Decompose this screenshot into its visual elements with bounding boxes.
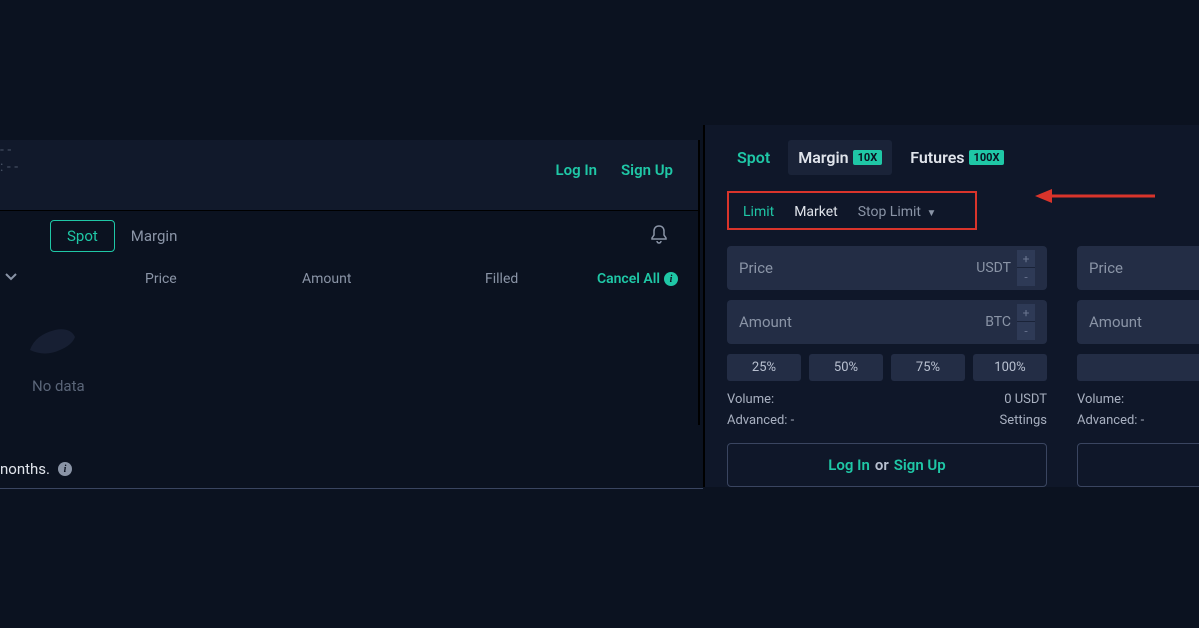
no-data-text: No data <box>32 377 698 395</box>
footer-note: nonths. i <box>0 460 703 489</box>
top-info-strip: - - : - - Log In Sign Up <box>0 140 700 210</box>
orders-tabs: Spot Margin <box>0 211 698 261</box>
step-up-icon[interactable]: + <box>1017 250 1035 268</box>
settings-link[interactable]: Settings <box>1000 413 1047 428</box>
order-type-tabs: Limit Market Stop Limit ▼ <box>727 191 977 230</box>
login-signup-button[interactable]: Lo <box>1077 443 1199 487</box>
amount-input[interactable]: Amount BTC + - <box>727 300 1047 344</box>
orders-tab-spot[interactable]: Spot <box>50 220 115 252</box>
step-down-icon[interactable]: - <box>1017 268 1035 286</box>
pct-75[interactable]: 75% <box>891 354 965 381</box>
order-type-market[interactable]: Market <box>786 202 846 222</box>
step-down-icon[interactable]: - <box>1017 322 1035 340</box>
pct-100[interactable]: 100% <box>973 354 1047 381</box>
pct-25[interactable]: 25% <box>1077 354 1199 381</box>
login-link[interactable]: Log In <box>828 456 870 474</box>
price-input[interactable]: Price USDT + - <box>727 246 1047 290</box>
buy-form: Price USDT + - Amount BTC + - 25% 50% 75… <box>727 246 1047 487</box>
header-price: Price <box>145 271 177 287</box>
orders-tab-margin[interactable]: Margin <box>115 221 194 251</box>
market-tab-margin[interactable]: Margin 10X <box>788 140 892 175</box>
login-link[interactable]: Log In <box>555 161 597 179</box>
market-tab-spot[interactable]: Spot <box>727 140 780 175</box>
step-up-icon[interactable]: + <box>1017 304 1035 322</box>
order-type-limit[interactable]: Limit <box>735 202 782 222</box>
pct-50[interactable]: 50% <box>809 354 883 381</box>
advanced-label: Advanced: - <box>1077 413 1144 428</box>
chevron-down-icon: ▼ <box>926 208 936 219</box>
advanced-label: Advanced: - <box>727 413 794 428</box>
sell-form: Price Amount 25% Volume: Advanced: - Lo <box>1077 246 1199 487</box>
orders-header-row: Price Amount Filled Cancel All i <box>0 261 698 295</box>
header-filled: Filled <box>485 271 518 287</box>
amount-stepper[interactable]: + - <box>1017 304 1035 340</box>
market-tab-futures[interactable]: Futures 100X <box>900 140 1014 175</box>
sort-dropdown-icon[interactable] <box>5 273 17 281</box>
volume-value: 0 USDT <box>1004 392 1047 407</box>
notifications-icon[interactable] <box>650 225 668 245</box>
market-tabs: Spot Margin 10X Futures 100X <box>705 140 1199 185</box>
annotation-arrow-icon <box>1030 186 1160 206</box>
volume-label: Volume: <box>1077 392 1124 407</box>
cancel-all-button[interactable]: Cancel All i <box>597 271 678 287</box>
header-amount: Amount <box>302 271 351 287</box>
order-entry-panel: Spot Margin 10X Futures 100X Limit Marke… <box>703 125 1199 487</box>
info-icon[interactable]: i <box>58 462 72 476</box>
amount-input[interactable]: Amount <box>1077 300 1199 344</box>
price-input[interactable]: Price <box>1077 246 1199 290</box>
price-stepper[interactable]: + - <box>1017 250 1035 286</box>
pct-buttons: 25% <box>1077 354 1199 381</box>
futures-badge: 100X <box>969 150 1005 165</box>
signup-link[interactable]: Sign Up <box>894 456 946 474</box>
no-data-region: No data <box>0 295 698 425</box>
pct-buttons: 25% 50% 75% 100% <box>727 354 1047 381</box>
empty-icon <box>20 315 80 365</box>
volume-label: Volume: <box>727 392 774 407</box>
order-type-stop-limit[interactable]: Stop Limit ▼ <box>850 202 945 222</box>
pct-25[interactable]: 25% <box>727 354 801 381</box>
orders-panel: Spot Margin Price Amount Filled Cancel A… <box>0 210 700 425</box>
placeholder-dashes: - - : - - <box>0 142 18 176</box>
login-signup-button[interactable]: Log In or Sign Up <box>727 443 1047 487</box>
info-icon[interactable]: i <box>664 272 678 286</box>
margin-badge: 10X <box>853 150 883 165</box>
signup-link[interactable]: Sign Up <box>621 161 673 179</box>
